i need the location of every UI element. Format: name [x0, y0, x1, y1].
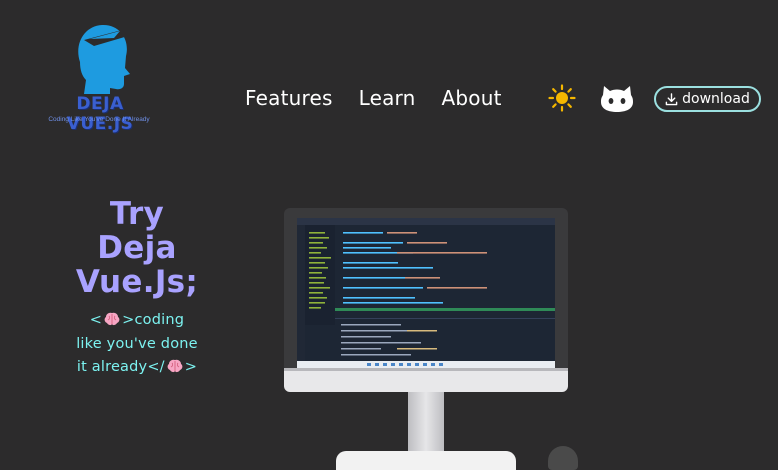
download-button[interactable]: download	[654, 86, 761, 112]
code-editor-screenshot	[297, 218, 555, 368]
hero-subtitle-line: like you've done	[76, 335, 198, 352]
subtitle-text: >	[184, 359, 198, 375]
main-nav: Features Learn About	[245, 86, 502, 110]
github-link[interactable]	[600, 83, 634, 113]
monitor-illustration	[284, 208, 568, 470]
hero-title: Try Deja Vue.Js;	[62, 197, 212, 299]
head-logo-icon	[78, 24, 130, 94]
monitor-base	[336, 451, 516, 470]
hero-title-line: Deja	[97, 230, 177, 266]
monitor-bezel	[284, 208, 568, 372]
download-label: download	[682, 91, 750, 107]
theme-toggle-button[interactable]	[548, 84, 576, 112]
monitor-chin	[284, 368, 568, 392]
brain-icon	[104, 312, 120, 326]
sun-icon	[548, 84, 576, 112]
hero-subtitle-line: < >coding	[62, 309, 212, 333]
brain-icon	[167, 359, 183, 373]
nav-about-link[interactable]: About	[442, 86, 502, 110]
github-icon	[601, 86, 633, 112]
logo-tagline: Coding Like You've Done It Already	[48, 116, 150, 123]
nav-learn-link[interactable]: Learn	[359, 86, 416, 110]
logo[interactable]: DEJA VUE.JS Coding Like You've Done It A…	[40, 22, 158, 134]
download-icon	[665, 92, 678, 105]
monitor-stand	[408, 392, 444, 454]
logo-title: DEJA VUE.JS	[66, 94, 134, 134]
editor-image	[297, 218, 555, 368]
mouse-illustration	[548, 446, 578, 470]
subtitle-text: <	[89, 312, 103, 328]
nav-features-link[interactable]: Features	[245, 86, 333, 110]
hero-subtitle-line: it already</ >	[62, 356, 212, 380]
hero-title-line: Try	[109, 196, 165, 232]
subtitle-text: it already</	[76, 359, 165, 375]
hero-title-line: Vue.Js;	[75, 264, 199, 300]
hero-subtitle: < >coding like you've done it already</ >	[62, 309, 212, 380]
subtitle-text: >coding	[122, 312, 185, 328]
